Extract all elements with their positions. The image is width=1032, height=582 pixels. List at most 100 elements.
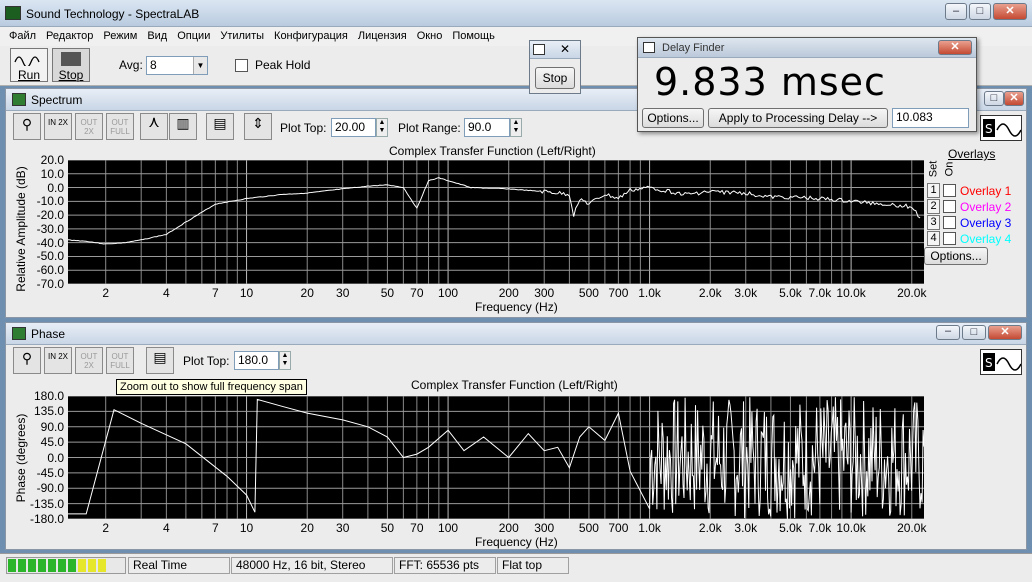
- spectrum-zoom-out-button[interactable]: OUT 2X: [75, 113, 103, 140]
- spectrum-plot-area[interactable]: [68, 160, 924, 284]
- spectrum-x-tick-label: 10: [239, 286, 254, 300]
- phase-zoom-full-button[interactable]: OUT FULL: [106, 347, 134, 374]
- menu-license[interactable]: Лицензия: [353, 27, 412, 46]
- phase-zoom-in-button[interactable]: IN 2X: [44, 347, 72, 374]
- menu-file[interactable]: Файл: [4, 27, 41, 46]
- spectrum-x-tick-label: 700: [608, 286, 629, 300]
- overlay-3-checkbox[interactable]: [943, 216, 956, 229]
- spectrum-signal-icon[interactable]: S: [980, 115, 1022, 141]
- phase-x-tick-label: 2: [102, 521, 110, 535]
- peak-marker-icon[interactable]: ⋏: [140, 113, 168, 140]
- phase-y-tick-label: 90.0: [40, 419, 64, 434]
- spectrum-title: Spectrum: [31, 93, 83, 107]
- spectrum-x-tick-label: 30: [336, 286, 350, 300]
- main-title-bar: Sound Technology - SpectraLAB – □ ✕: [0, 0, 1032, 27]
- phase-x-tick-label: 200: [498, 521, 519, 535]
- vertical-scale-icon[interactable]: ⇕: [244, 113, 272, 140]
- phase-chart-title: Complex Transfer Function (Left/Right): [411, 378, 618, 392]
- spectrum-x-tick-label: 500: [578, 286, 599, 300]
- spectrum-x-tick-label: 1.0k: [638, 286, 661, 300]
- status-format: 48000 Hz, 16 bit, Stereo: [231, 557, 393, 574]
- spectrum-plot-range-input[interactable]: 90.0: [464, 118, 510, 137]
- spectrum-x-tick-label: 2: [102, 286, 110, 300]
- overlay-1-set-button[interactable]: 1: [927, 183, 940, 198]
- maximize-button[interactable]: □: [969, 3, 991, 20]
- phase-list-icon[interactable]: ▤: [146, 347, 174, 374]
- phase-x-tick-label: 100: [438, 521, 459, 535]
- spectrum-list-icon[interactable]: ▤: [206, 113, 234, 140]
- overlay-1-checkbox[interactable]: [943, 184, 956, 197]
- phase-plot-top-spinner[interactable]: ▲ ▼: [279, 351, 291, 370]
- popup-stop-button[interactable]: Stop: [535, 67, 575, 89]
- phase-maximize-button[interactable]: □: [962, 325, 986, 340]
- phase-close-button[interactable]: ✕: [988, 325, 1022, 340]
- menu-options[interactable]: Опции: [172, 27, 215, 46]
- menu-view[interactable]: Вид: [142, 27, 172, 46]
- spectrum-x-tick-label: 70: [410, 286, 424, 300]
- phase-signal-icon[interactable]: S: [980, 349, 1022, 375]
- spectrum-y-tick-label: -40.0: [36, 235, 64, 250]
- phase-title-bar: Phase – □ ✕: [6, 323, 1026, 345]
- spectrum-x-tick-label: 5.0k: [779, 286, 802, 300]
- phase-x-tick-label: 30: [336, 521, 350, 535]
- minimize-button[interactable]: –: [945, 3, 967, 20]
- spectrum-y-tick-label: -60.0: [36, 263, 64, 278]
- peak-hold-checkbox[interactable]: [235, 59, 248, 72]
- stop-popup-close-icon[interactable]: ✕: [560, 42, 570, 56]
- processing-delay-input[interactable]: 10.083: [892, 108, 969, 128]
- menu-configuration[interactable]: Конфигурация: [269, 27, 353, 46]
- phase-x-tick-label: 500: [578, 521, 599, 535]
- spectrum-plot-top-input[interactable]: 20.00: [331, 118, 376, 137]
- phase-zoom-out-button[interactable]: OUT 2X: [75, 347, 103, 374]
- spectrum-zoom-tool-icon[interactable]: ⚲: [13, 113, 41, 140]
- menu-window[interactable]: Окно: [412, 27, 448, 46]
- run-label: Run: [17, 68, 40, 82]
- phase-x-tick-label: 2.0k: [698, 521, 722, 535]
- menu-help[interactable]: Помощь: [447, 27, 500, 46]
- phase-title: Phase: [31, 327, 66, 341]
- phase-y-tick-label: -90.0: [36, 481, 64, 496]
- overlays-options-button[interactable]: Options...: [924, 247, 988, 265]
- overlay-3-set-button[interactable]: 3: [927, 215, 940, 230]
- menu-edit[interactable]: Редактор: [41, 27, 98, 46]
- overlay-4-checkbox[interactable]: [943, 232, 956, 245]
- phase-window-icon: [12, 327, 26, 340]
- menu-utilities[interactable]: Утилиты: [215, 27, 269, 46]
- spectrum-y-tick-label: -10.0: [36, 194, 64, 209]
- phase-x-tick-label: 50: [380, 521, 395, 535]
- menu-mode[interactable]: Режим: [98, 27, 142, 46]
- overlay-2-label: Overlay 2: [960, 200, 1012, 214]
- phase-plot-top-label: Plot Top:: [183, 354, 230, 368]
- spectrum-plot-range-label: Plot Range:: [398, 121, 461, 135]
- phase-x-axis-label: Frequency (Hz): [475, 535, 558, 549]
- spectrum-zoom-full-button[interactable]: OUT FULL: [106, 113, 134, 140]
- stop-square-icon: [61, 52, 81, 66]
- apply-processing-delay-button[interactable]: Apply to Processing Delay -->: [708, 108, 888, 128]
- spectrum-close-button[interactable]: ✕: [1004, 91, 1024, 106]
- spectrum-plot-svg: [68, 160, 924, 284]
- delay-finder-close-button[interactable]: ✕: [938, 40, 972, 55]
- overlay-2-checkbox[interactable]: [943, 200, 956, 213]
- spectrum-plot-top-spinner[interactable]: ▲ ▼: [376, 118, 388, 137]
- delay-finder-title-bar: Delay Finder ✕: [638, 38, 976, 58]
- phase-plot-area[interactable]: [68, 396, 924, 519]
- avg-dropdown-arrow-icon[interactable]: ▼: [193, 57, 207, 74]
- spectrum-restore-button[interactable]: □: [984, 91, 1004, 106]
- phase-x-tick-label: 3.0k: [734, 521, 758, 535]
- phase-plot-top-input[interactable]: 180.0: [234, 351, 279, 370]
- close-button[interactable]: ✕: [993, 3, 1027, 20]
- phase-minimize-button[interactable]: –: [936, 325, 960, 340]
- spectrum-plot-range-spinner[interactable]: ▲ ▼: [510, 118, 522, 137]
- spectrum-zoom-in-button[interactable]: IN 2X: [44, 113, 72, 140]
- phase-zoom-tool-icon[interactable]: ⚲: [13, 347, 41, 374]
- delay-options-button[interactable]: Options...: [642, 108, 704, 128]
- run-button[interactable]: Run: [10, 48, 48, 82]
- stop-button[interactable]: Stop: [52, 48, 90, 82]
- avg-label: Avg:: [119, 58, 143, 72]
- spectrum-plot-top-label: Plot Top:: [280, 121, 327, 135]
- app-icon: [5, 6, 21, 20]
- overlay-4-set-button[interactable]: 4: [927, 231, 940, 246]
- bar-display-icon[interactable]: ▥: [169, 113, 197, 140]
- overlay-2-set-button[interactable]: 2: [927, 199, 940, 214]
- phase-y-tick-label: -180.0: [29, 512, 64, 526]
